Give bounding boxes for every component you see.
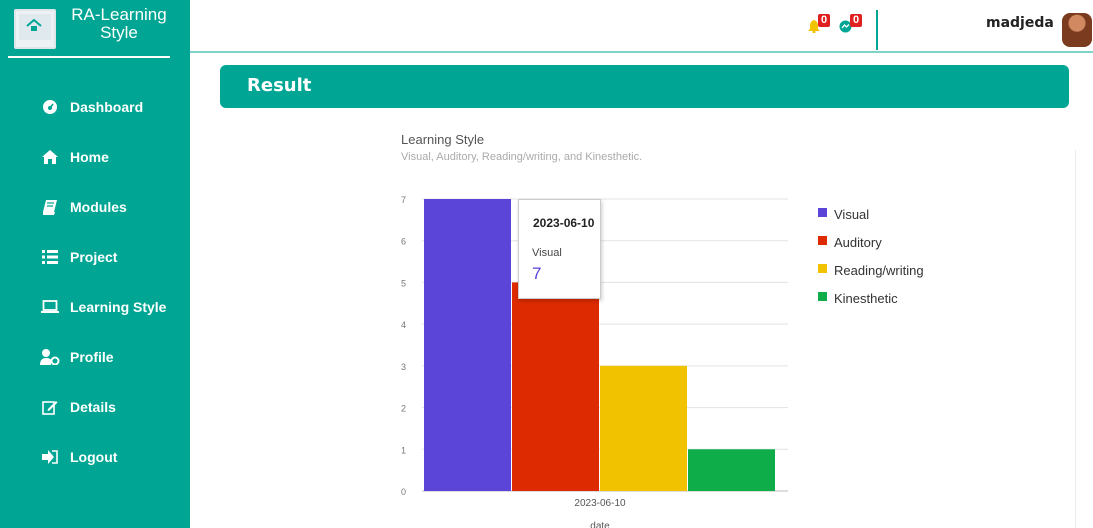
y-tick-label: 6: [401, 237, 406, 247]
legend-swatch: [818, 263, 827, 273]
sidebar-item-modules[interactable]: Modules: [0, 182, 190, 232]
bar-reading-writing: [600, 365, 687, 491]
sidebar-item-label: Home: [70, 149, 109, 165]
sidebar-item-label: Details: [70, 399, 116, 415]
chart-title: Learning Style: [401, 132, 485, 147]
list-icon: [40, 249, 60, 265]
sidebar-item-details[interactable]: Details: [0, 382, 190, 432]
result-header: Result: [220, 65, 1069, 108]
notifications-button[interactable]: 0: [808, 14, 831, 33]
sidebar-item-profile[interactable]: Profile: [0, 332, 190, 382]
y-tick-label: 3: [401, 362, 406, 372]
sidebar-item-label: Profile: [70, 349, 114, 365]
y-tick-label: 4: [401, 320, 406, 330]
bar-visual: [424, 199, 511, 491]
user-cog-icon: [40, 349, 60, 365]
bar-kinesthetic: [688, 449, 775, 491]
y-tick-label: 5: [401, 278, 406, 288]
messages-count-badge: 0: [850, 14, 863, 27]
topbar-divider: [876, 10, 878, 50]
legend-item[interactable]: Reading/writing: [818, 256, 924, 284]
chart-legend: Visual Auditory Reading/writing Kinesthetic: [818, 200, 924, 312]
y-tick-label: 0: [401, 487, 406, 497]
chart-tooltip: 2023-06-10 Visual 7: [518, 199, 601, 299]
legend-swatch: [818, 207, 827, 217]
logout-icon: [40, 449, 60, 465]
tooltip-date: 2023-06-10: [533, 216, 595, 230]
x-tick-label: 2023-06-10: [574, 498, 626, 509]
y-tick-label: 1: [401, 445, 406, 455]
sidebar-item-label: Project: [70, 249, 118, 265]
sidebar-item-learning-style[interactable]: Learning Style: [0, 282, 190, 332]
page-title: Result: [247, 75, 312, 96]
brand-divider: [8, 56, 170, 58]
brand-title: RA-Learning Style: [71, 5, 167, 42]
sidebar-item-label: Learning Style: [70, 299, 167, 315]
bar-chart: 0 1 2 3 4 5 6 7 2023-06-10 date: [401, 195, 788, 528]
dashboard-icon: [40, 99, 60, 115]
y-tick-label: 2: [401, 404, 406, 414]
x-axis-label: date: [590, 521, 610, 528]
sidebar-item-label: Modules: [70, 199, 127, 215]
sidebar: RA-Learning Style Dashboard Home Modules: [0, 0, 190, 528]
brand[interactable]: RA-Learning Style: [0, 0, 190, 60]
legend-item[interactable]: Visual: [818, 200, 924, 228]
y-tick-label: 7: [401, 195, 406, 205]
sidebar-item-dashboard[interactable]: Dashboard: [0, 82, 190, 132]
notifications-count-badge: 0: [818, 14, 831, 27]
topbar: 0 0 madjeda: [190, 0, 1093, 53]
legend-label: Auditory: [834, 234, 882, 250]
legend-swatch: [818, 235, 827, 245]
legend-label: Visual: [834, 206, 870, 222]
book-icon: [40, 199, 60, 215]
laptop-logo-icon: [14, 9, 56, 49]
edit-icon: [40, 399, 60, 415]
tooltip-series: Visual: [532, 247, 562, 259]
home-icon: [40, 149, 60, 165]
legend-swatch: [818, 291, 827, 301]
sidebar-item-project[interactable]: Project: [0, 232, 190, 282]
sidebar-item-home[interactable]: Home: [0, 132, 190, 182]
sidebar-item-label: Dashboard: [70, 99, 144, 115]
sidebar-item-logout[interactable]: Logout: [0, 432, 190, 482]
chart-subtitle: Visual, Auditory, Reading/writing, and K…: [401, 151, 643, 163]
user-name[interactable]: madjeda: [986, 15, 1054, 31]
tooltip-value: 7: [532, 264, 542, 283]
legend-item[interactable]: Kinesthetic: [818, 284, 924, 312]
sidebar-item-label: Logout: [70, 449, 118, 465]
legend-item[interactable]: Auditory: [818, 228, 924, 256]
avatar[interactable]: [1062, 13, 1092, 47]
messages-button[interactable]: 0: [839, 14, 863, 33]
laptop-icon: [40, 299, 60, 315]
legend-label: Kinesthetic: [834, 290, 898, 306]
bar-auditory: [512, 282, 599, 491]
legend-label: Reading/writing: [834, 262, 924, 278]
sidebar-nav: Dashboard Home Modules Project Learning …: [0, 82, 190, 482]
